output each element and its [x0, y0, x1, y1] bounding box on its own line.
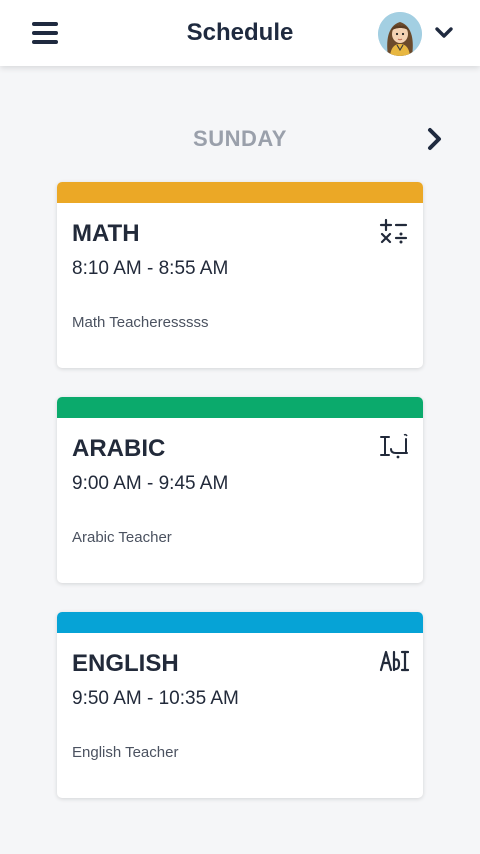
- class-card-math[interactable]: MATH 8:10 AM - 8:55 AM Math Teacheressss…: [57, 182, 423, 368]
- class-card-arabic[interactable]: ARABIC 9:00 AM - 9:45 AM Arabic Teacher: [57, 397, 423, 583]
- day-label: SUNDAY: [193, 126, 287, 151]
- math-operators-icon: [379, 218, 409, 246]
- class-teacher: Arabic Teacher: [72, 529, 172, 546]
- class-subject: MATH: [72, 220, 140, 247]
- card-color-bar: [57, 182, 423, 203]
- chevron-down-icon[interactable]: [434, 24, 454, 42]
- class-card-english[interactable]: ENGLISH 9:50 AM - 10:35 AM English Teach…: [57, 612, 423, 798]
- class-subject: ENGLISH: [72, 650, 179, 677]
- chevron-right-icon[interactable]: [424, 126, 446, 152]
- card-color-bar: [57, 612, 423, 633]
- card-color-bar: [57, 397, 423, 418]
- user-avatar[interactable]: [378, 12, 422, 56]
- app-header: Schedule: [0, 0, 480, 66]
- arabic-text-icon: [379, 433, 409, 461]
- class-subject: ARABIC: [72, 435, 166, 462]
- class-time: 9:50 AM - 10:35 AM: [72, 688, 239, 709]
- schedule-screen: Schedule SUNDAY MATH 8:10 AM - 8:55 AM M…: [0, 0, 480, 854]
- class-time: 9:00 AM - 9:45 AM: [72, 473, 229, 494]
- english-text-icon: [379, 648, 410, 676]
- class-time: 8:10 AM - 8:55 AM: [72, 258, 229, 279]
- class-teacher: Math Teacheresssss: [72, 314, 209, 331]
- class-teacher: English Teacher: [72, 744, 179, 761]
